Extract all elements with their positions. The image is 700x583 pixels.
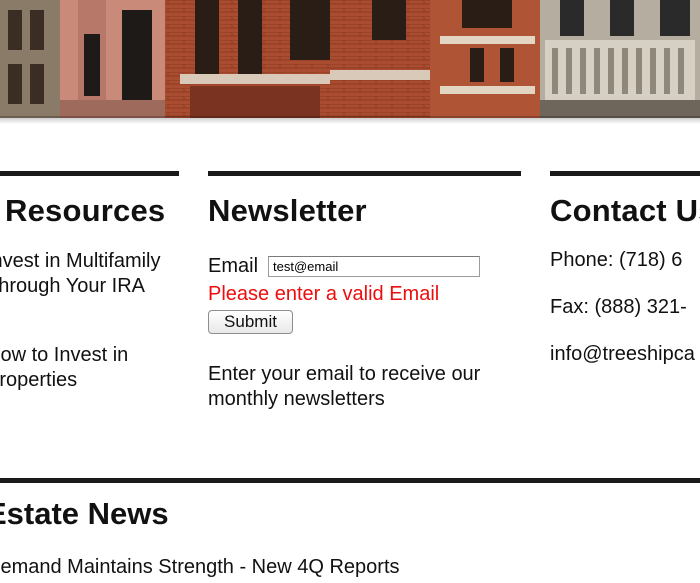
contact-rule (550, 171, 700, 176)
hero-banner-image (0, 0, 700, 118)
resources-rule (0, 171, 179, 176)
news-title: Estate News (0, 496, 169, 531)
resource-link-multifamily-ira[interactable]: Invest in Multifamily Through Your IRA (0, 249, 161, 299)
email-row: Email (208, 254, 481, 279)
contact-title: Contact Us (550, 193, 700, 228)
hero-shadow (0, 116, 700, 124)
resources-section: Resources Invest in Multifamily Through … (0, 171, 179, 391)
contact-phone: Phone: (718) 6 (550, 249, 683, 271)
email-error-message: Please enter a valid Email (208, 283, 440, 305)
newsletter-title: Newsletter (208, 193, 367, 228)
resource-link-line: Properties (0, 369, 78, 391)
contact-section: Contact Us Phone: (718) 6 Fax: (888) 321… (550, 171, 700, 365)
resource-link-invest-properties[interactable]: How to Invest in Properties (0, 343, 128, 393)
newsletter-description: Enter your email to receive our monthly … (208, 362, 480, 412)
resource-link-line: Invest in Multifamily (0, 250, 161, 272)
email-label: Email (208, 255, 259, 277)
contact-fax: Fax: (888) 321- (550, 296, 687, 318)
resource-link-line: Through Your IRA (0, 275, 145, 297)
newsletter-rule (208, 171, 521, 176)
submit-button[interactable]: Submit (208, 310, 293, 334)
news-rule (0, 478, 700, 483)
email-input[interactable] (268, 256, 481, 277)
resource-link-line: How to Invest in (0, 344, 129, 366)
news-item-link[interactable]: Demand Maintains Strength - New 4Q Repor… (0, 555, 400, 580)
newsletter-description-line: Enter your email to receive our (208, 363, 481, 385)
newsletter-section: Newsletter Email Please enter a valid Em… (208, 171, 521, 410)
contact-email-link[interactable]: info@treeshipca (550, 342, 695, 367)
newsletter-description-line: monthly newsletters (208, 388, 385, 410)
resources-title: Resources (5, 193, 166, 228)
